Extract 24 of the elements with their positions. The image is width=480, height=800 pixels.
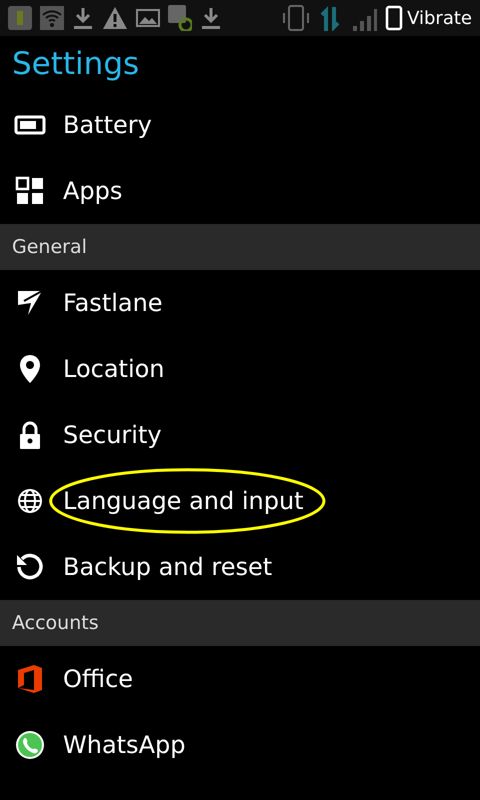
phone-icon	[385, 5, 404, 31]
settings-item[interactable]: Backup and reset	[0, 534, 480, 600]
wifi-icon	[40, 6, 64, 30]
settings-item[interactable]: Apps	[0, 158, 480, 224]
download-icon	[72, 6, 94, 30]
settings-item[interactable]: WhatsApp	[0, 712, 480, 778]
settings-item[interactable]: Battery	[0, 92, 480, 158]
section-header: Accounts	[0, 600, 480, 646]
sync-icon	[168, 5, 192, 31]
sim-icon	[8, 6, 32, 30]
settings-item[interactable]: Language and input	[0, 468, 480, 534]
settings-item[interactable]: Security	[0, 402, 480, 468]
settings-item[interactable]: Fastlane	[0, 270, 480, 336]
download-icon	[200, 6, 222, 30]
status-text: Vibrate	[407, 6, 472, 30]
settings-item[interactable]: Office	[0, 646, 480, 712]
image-icon	[136, 8, 160, 28]
warning-icon	[102, 6, 128, 30]
screen-title: Settings	[11, 44, 140, 84]
settings-item[interactable]: Location	[0, 336, 480, 402]
section-header: General	[0, 224, 480, 270]
vibrate-icon	[281, 5, 312, 31]
phone-bubble-icon	[14, 729, 46, 761]
apps-grid-icon	[14, 175, 46, 207]
